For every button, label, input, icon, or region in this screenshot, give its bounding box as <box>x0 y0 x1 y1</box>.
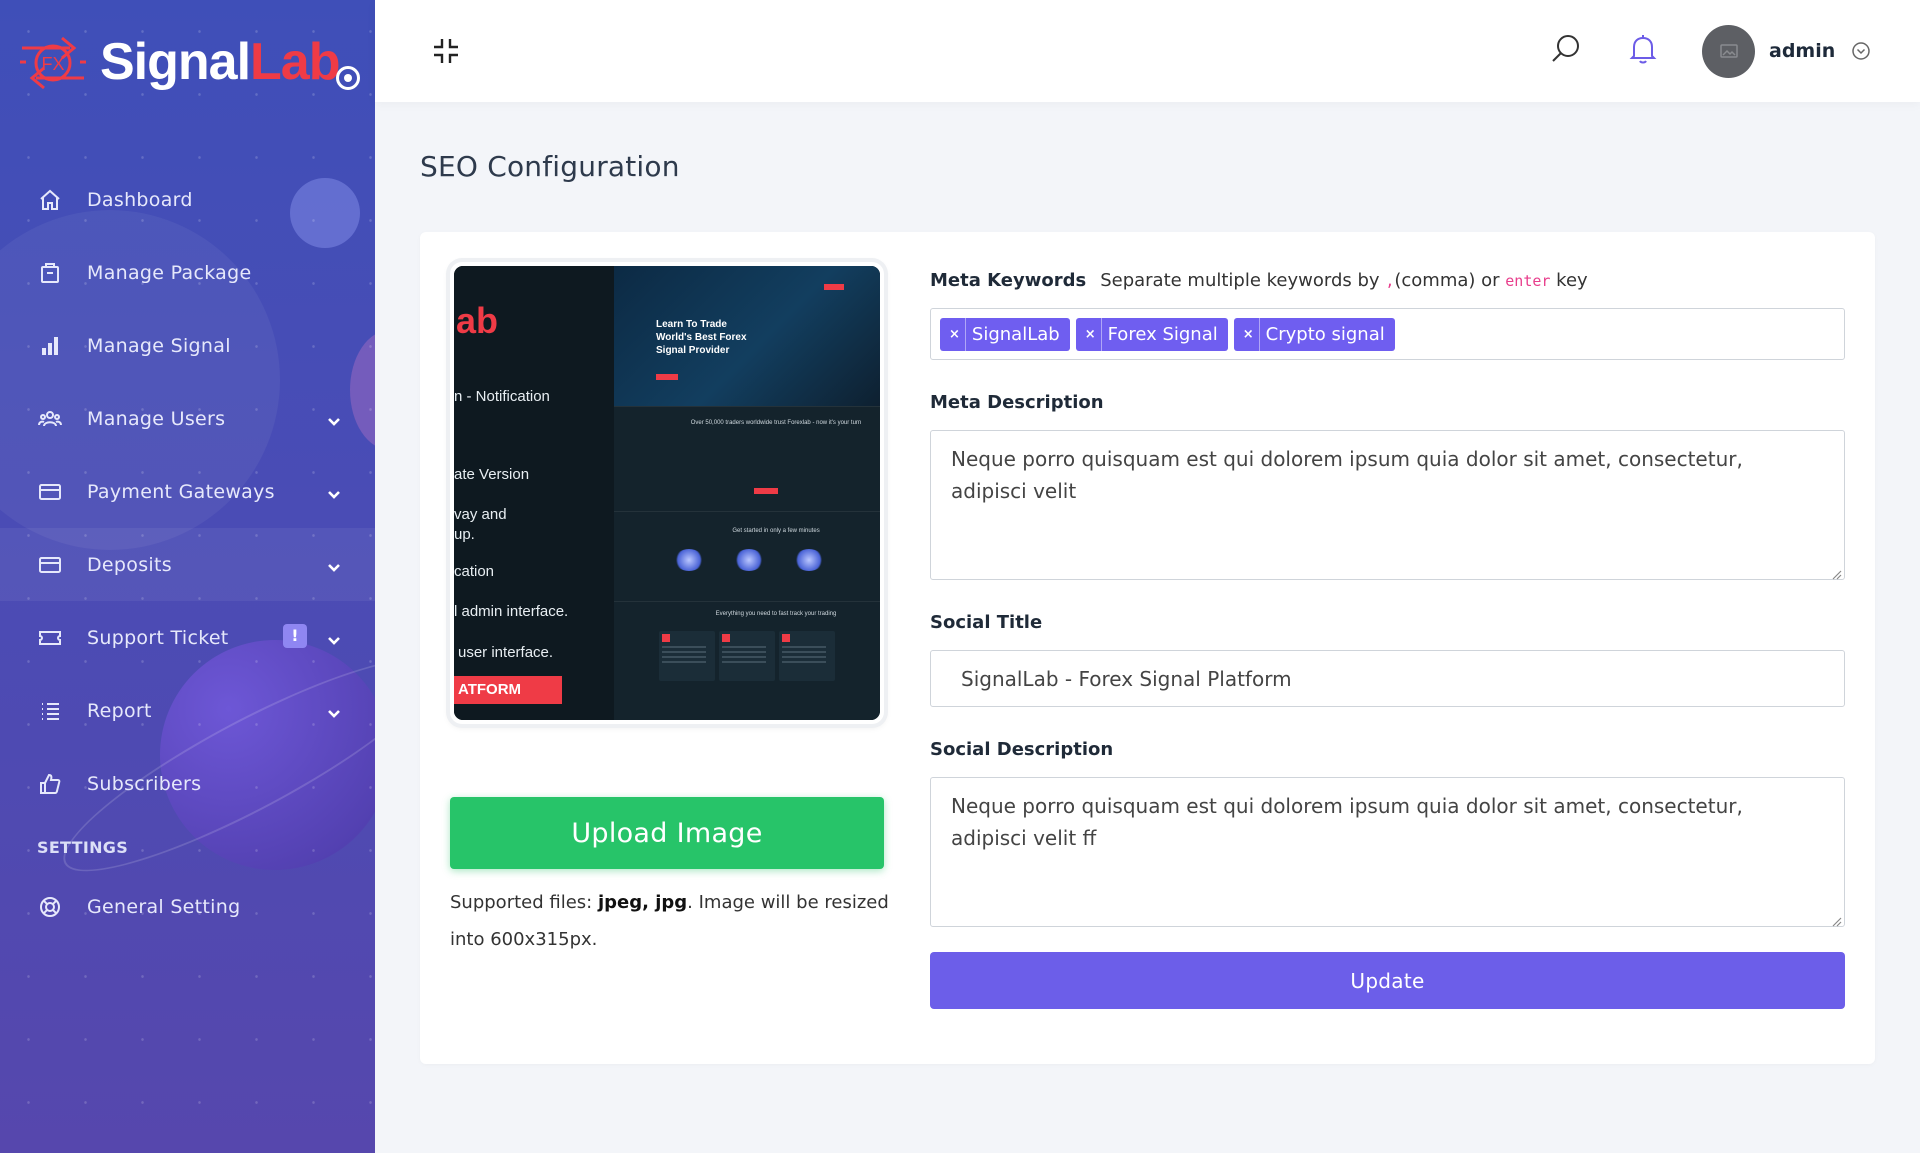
sidebar-item-support-ticket[interactable]: Support Ticket ! <box>0 601 375 674</box>
collapse-icon[interactable] <box>431 36 461 66</box>
preview-text: Learn To Trade World's Best Forex Signal… <box>656 319 747 356</box>
preview-text: cation <box>454 563 495 580</box>
sidebar-nav: Dashboard Manage Package Manage Signal M… <box>0 163 375 943</box>
sidebar-item-label: Dashboard <box>87 188 193 211</box>
credit-card-icon <box>36 478 64 506</box>
remove-tag-icon[interactable]: × <box>1085 317 1102 351</box>
lifebuoy-icon <box>36 893 64 921</box>
sidebar-item-label: Deposits <box>87 553 172 576</box>
sidebar-item-deposits[interactable]: Deposits <box>0 528 375 601</box>
fx-logo-icon: FX <box>12 22 94 102</box>
upload-image-button[interactable]: Upload Image <box>450 797 884 869</box>
update-button[interactable]: Update <box>930 952 1845 1009</box>
resize-handle-icon[interactable] <box>1830 565 1842 580</box>
preview-text: n - Notification <box>454 388 550 405</box>
bell-icon[interactable] <box>1628 33 1658 65</box>
preview-text: user interface. <box>458 644 554 661</box>
sidebar-item-label: Manage Signal <box>87 334 231 357</box>
social-description-textarea[interactable]: Neque porro quisquam est qui dolorem ips… <box>930 777 1845 927</box>
preview-text: l admin interface. <box>454 603 569 620</box>
package-icon <box>36 259 64 287</box>
sidebar-item-manage-package[interactable]: Manage Package <box>0 236 375 309</box>
sidebar-item-general-setting[interactable]: General Setting <box>0 870 375 943</box>
sidebar-item-manage-users[interactable]: Manage Users <box>0 382 375 455</box>
preview-text: vay and <box>454 506 507 523</box>
svg-text:FX: FX <box>41 54 64 74</box>
meta-keywords-input[interactable]: × SignalLab × Forex Signal × Crypto signal <box>930 308 1845 360</box>
bar-chart-icon <box>36 332 64 360</box>
chevron-down-icon <box>327 412 340 426</box>
social-title-label: Social Title <box>930 612 1043 633</box>
resize-handle-icon[interactable] <box>1830 912 1842 927</box>
preview-text: ab <box>456 300 499 341</box>
brand-logo[interactable]: FX SignalLab <box>12 22 340 102</box>
preview-text: Everything you need to fast track your t… <box>715 611 837 617</box>
sidebar-item-label: Manage Users <box>87 407 226 430</box>
sidebar-item-label: Manage Package <box>87 261 252 284</box>
brand-name: SignalLab <box>100 33 340 91</box>
preview-text: Over 50,000 traders worldwide trust Fore… <box>690 420 862 426</box>
list-icon <box>36 697 64 725</box>
image-placeholder-icon <box>1719 44 1738 58</box>
chevron-down-circle-icon[interactable] <box>1851 41 1871 61</box>
chevron-down-icon <box>327 485 340 499</box>
sidebar-item-payment-gateways[interactable]: Payment Gateways <box>0 455 375 528</box>
seo-image-preview: ab n - Notification ate Version vay and … <box>450 262 884 724</box>
chevron-down-icon <box>327 558 340 572</box>
search-icon[interactable] <box>1550 33 1582 65</box>
ticket-icon <box>36 624 64 652</box>
chevron-down-icon <box>327 704 340 718</box>
meta-keywords-hint: Separate multiple keywords by ,(comma) o… <box>1100 270 1588 291</box>
user-menu[interactable]: admin <box>1702 24 1871 78</box>
remove-tag-icon[interactable]: × <box>949 317 966 351</box>
sidebar-item-label: Support Ticket <box>87 626 229 649</box>
upload-help-text: Supported files: jpeg, jpg. Image will b… <box>450 892 889 950</box>
sidebar-item-label: Subscribers <box>87 772 202 795</box>
chevron-down-icon <box>327 631 340 645</box>
users-icon <box>36 405 64 433</box>
meta-description-label: Meta Description <box>930 392 1104 413</box>
sidebar-item-label: Payment Gateways <box>87 480 275 503</box>
avatar[interactable] <box>1702 24 1755 78</box>
seo-config-card: ab n - Notification ate Version vay and … <box>420 232 1875 1064</box>
topbar: admin <box>375 0 1920 102</box>
credit-card-icon <box>36 551 64 579</box>
thumbs-up-icon <box>36 770 64 798</box>
page-title: SEO Configuration <box>420 150 680 183</box>
sidebar-item-dashboard[interactable]: Dashboard <box>0 163 375 236</box>
keyword-tag: × Crypto signal <box>1233 317 1395 351</box>
preview-text: ate Version <box>454 466 530 483</box>
social-description-label: Social Description <box>930 739 1114 760</box>
social-title-input[interactable] <box>930 650 1845 707</box>
meta-keywords-label: Meta Keywords Separate multiple keywords … <box>930 270 1588 291</box>
remove-tag-icon[interactable]: × <box>1243 317 1260 351</box>
meta-description-textarea[interactable]: Neque porro quisquam est qui dolorem ips… <box>930 430 1845 580</box>
home-icon <box>36 186 64 214</box>
sidebar-section-settings: SETTINGS <box>37 838 129 857</box>
preview-text: up. <box>454 526 475 543</box>
keyword-tag: × Forex Signal <box>1075 317 1228 351</box>
sidebar-item-manage-signal[interactable]: Manage Signal <box>0 309 375 382</box>
sidebar: FX SignalLab Dashboard Manage Package Ma… <box>0 0 375 1153</box>
sidebar-item-label: General Setting <box>87 895 241 918</box>
sidebar-item-label: Report <box>87 699 152 722</box>
preview-text: ATFORM <box>454 676 562 704</box>
notification-badge: ! <box>283 624 307 648</box>
preview-text: Get started in only a few minutes <box>732 528 820 534</box>
username: admin <box>1769 40 1836 62</box>
sidebar-item-subscribers[interactable]: Subscribers <box>0 747 375 820</box>
keyword-tag: × SignalLab <box>940 317 1070 351</box>
sidebar-item-report[interactable]: Report <box>0 674 375 747</box>
sidebar-toggle-icon[interactable] <box>336 66 360 90</box>
preview-screenshot: ab n - Notification ate Version vay and … <box>454 266 880 720</box>
